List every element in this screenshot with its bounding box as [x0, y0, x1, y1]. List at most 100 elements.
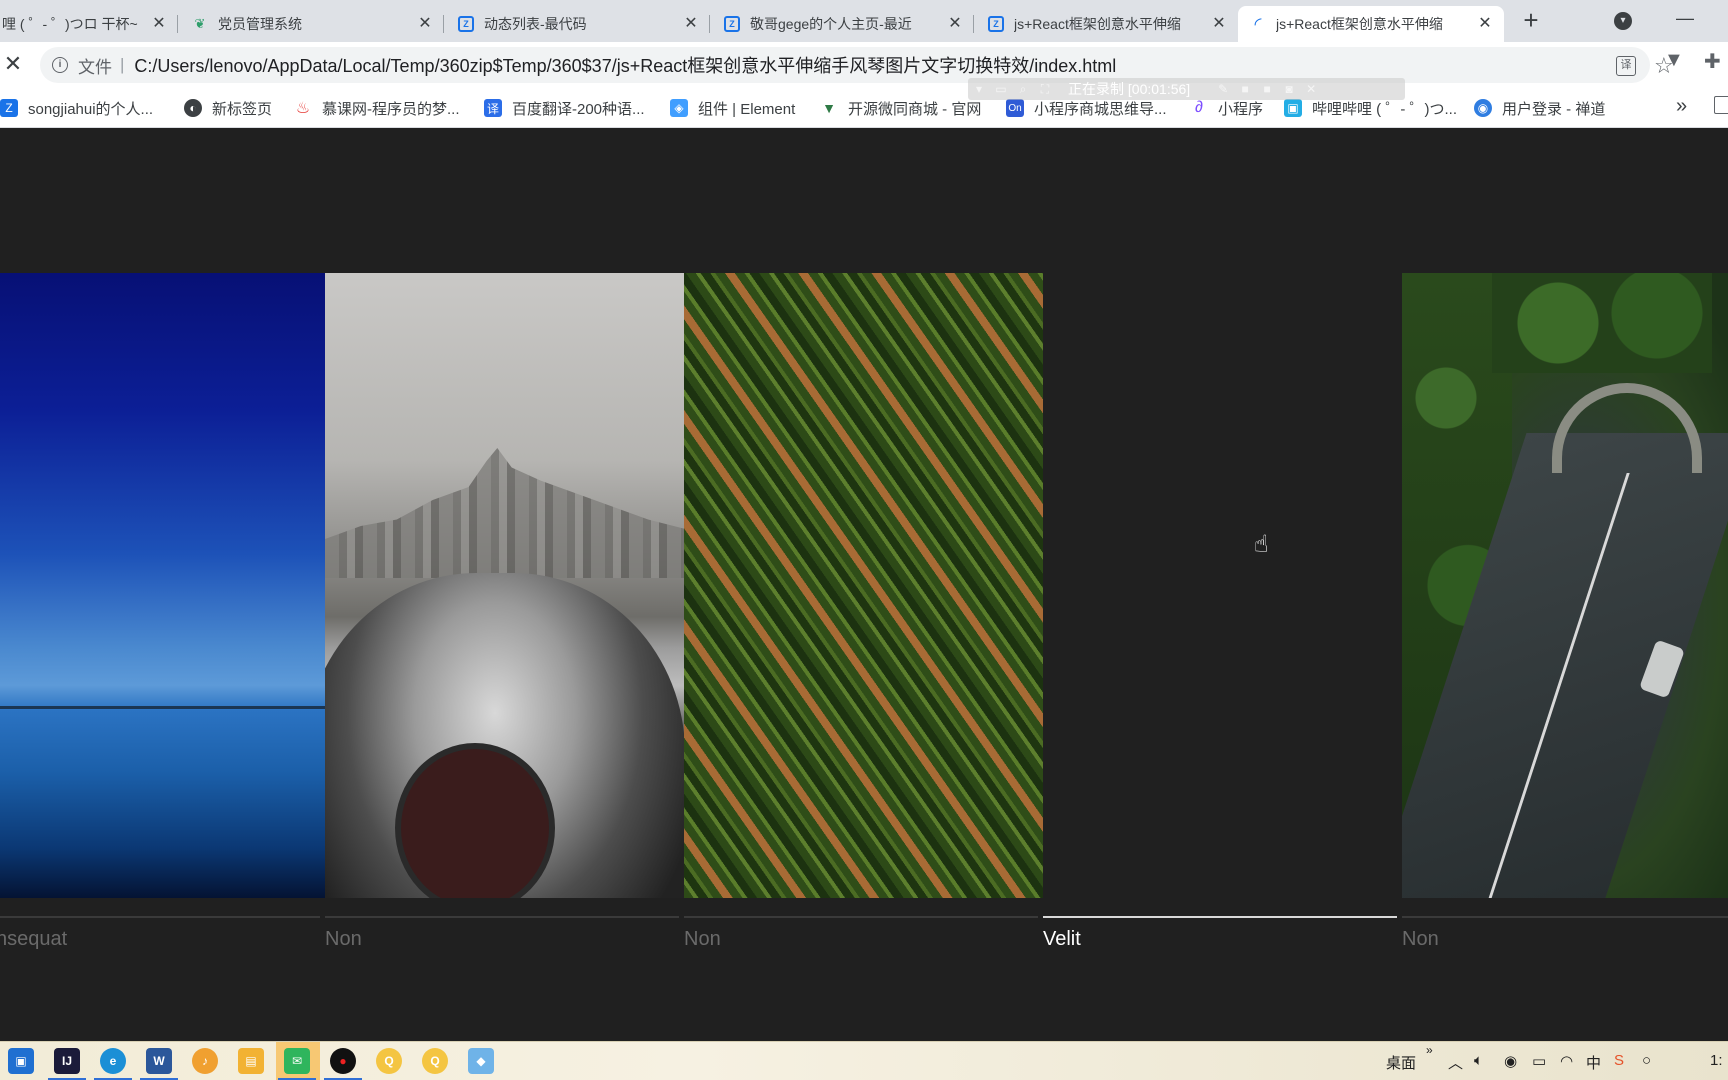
- pause-icon[interactable]: ■: [1234, 82, 1256, 96]
- s-app-icon[interactable]: S: [1614, 1052, 1624, 1069]
- bookmark-item[interactable]: ♨ 慕课网-程序员的梦...: [294, 97, 460, 119]
- globe-icon: ◐: [184, 99, 202, 117]
- chevron-down-icon[interactable]: ▾: [968, 82, 990, 96]
- accordion-caption[interactable]: nsequat: [0, 916, 320, 966]
- url-text[interactable]: C:/Users/lenovo/AppData/Local/Temp/360zi…: [134, 52, 1116, 78]
- new-tab-button[interactable]: +: [1516, 6, 1546, 36]
- on-icon: On: [1006, 99, 1024, 117]
- tab-close-icon[interactable]: ✕: [946, 15, 964, 33]
- music-icon[interactable]: ♪: [192, 1048, 218, 1074]
- address-bar[interactable]: i 文件 | C:/Users/lenovo/AppData/Local/Tem…: [40, 47, 1674, 83]
- code-icon: Z: [0, 99, 18, 117]
- tab-profile[interactable]: Z 敬哥gege的个人主页-最近 ✕: [712, 6, 974, 42]
- app-icon[interactable]: ◆: [468, 1048, 494, 1074]
- translate-icon[interactable]: 译: [1616, 56, 1636, 76]
- bookmark-item[interactable]: Z songjiahui的个人...: [0, 97, 153, 119]
- screen-recording-bar: ▾ ▭ ⌕ ⛶ 正在录制 [00:01:56] ✎ ■ ■ ◙ ✕: [968, 78, 1405, 100]
- accordion-panel-farm[interactable]: [684, 273, 1043, 898]
- bookmark-item[interactable]: ▼ 开源微同商城 - 官网: [820, 97, 981, 119]
- accordion-panel-sea[interactable]: [0, 273, 325, 898]
- intellij-icon[interactable]: IJ: [48, 1048, 86, 1080]
- volume-icon[interactable]: 🔈︎: [1474, 1052, 1483, 1069]
- bookmark-label: 用户登录 - 禅道: [1502, 100, 1606, 118]
- wechat-icon[interactable]: ✉: [278, 1048, 316, 1080]
- close-icon[interactable]: ✕: [1300, 82, 1322, 96]
- accordion-caption[interactable]: Non: [1402, 916, 1728, 966]
- word-icon[interactable]: W: [140, 1048, 178, 1080]
- bookmark-item[interactable]: ▣ 哔哩哔哩 ( ゜- ゜)つ...: [1284, 97, 1457, 119]
- tab-dynamic-list[interactable]: Z 动态列表-最代码 ✕: [446, 6, 710, 42]
- bookmark-item[interactable]: 译 百度翻译-200种语...: [484, 97, 645, 119]
- reading-list-icon[interactable]: [1714, 96, 1728, 114]
- accordion-panel-city[interactable]: [325, 273, 684, 898]
- circle-icon[interactable]: ○: [1642, 1052, 1651, 1069]
- qq-tray-icon[interactable]: ◉: [1504, 1052, 1517, 1070]
- extensions-icon[interactable]: ✚: [1704, 49, 1721, 74]
- chevron-right-icon[interactable]: »: [1426, 1043, 1433, 1057]
- desktop-label[interactable]: 桌面: [1386, 1052, 1416, 1073]
- qq-icon[interactable]: Q: [376, 1048, 402, 1074]
- bookmark-item[interactable]: ◉ 用户登录 - 禅道: [1474, 97, 1605, 119]
- accordion-caption-active[interactable]: Velit: [1043, 916, 1397, 966]
- accordion-panel-tunnel[interactable]: [1402, 273, 1728, 898]
- tab-close-icon[interactable]: ✕: [1210, 15, 1228, 33]
- camera-icon[interactable]: ◙: [1278, 82, 1300, 96]
- bookmark-item[interactable]: ◐ 新标签页: [184, 97, 272, 119]
- tab-title: 党员管理系统: [218, 16, 302, 32]
- battery-icon[interactable]: ▭: [1532, 1052, 1546, 1070]
- files-icon[interactable]: ▤: [238, 1048, 264, 1074]
- tab-react-accordion-active[interactable]: ◜ js+React框架创意水平伸缩 ✕: [1238, 6, 1504, 42]
- tab-close-icon[interactable]: ✕: [682, 15, 700, 33]
- code-icon: Z: [724, 16, 740, 32]
- bookmark-label: 慕课网-程序员的梦...: [322, 100, 460, 118]
- zoom-icon[interactable]: ⌕: [1012, 82, 1034, 97]
- city-skyline: [325, 448, 684, 578]
- accordion-caption[interactable]: Non: [684, 916, 1038, 966]
- qq-icon[interactable]: Q: [422, 1048, 448, 1074]
- record-icon[interactable]: ●: [324, 1048, 362, 1080]
- tab-search-icon[interactable]: ▾: [1614, 12, 1632, 30]
- bookmark-item[interactable]: ∂ 小程序: [1190, 97, 1263, 119]
- window-icon[interactable]: ▭: [990, 82, 1012, 96]
- tab-title: js+React框架创意水平伸缩: [1276, 16, 1443, 32]
- tray-clock[interactable]: 1:: [1710, 1052, 1723, 1069]
- stop-loading-icon[interactable]: ✕: [2, 53, 24, 75]
- vue-icon: ▼: [822, 100, 836, 116]
- recording-status: 正在录制 [00:01:56]: [1068, 81, 1191, 97]
- bookmark-label: 开源微同商城 - 官网: [848, 100, 982, 118]
- wifi-icon[interactable]: ◠: [1560, 1052, 1573, 1070]
- tab-title: 敬哥gege的个人主页-最近: [750, 16, 912, 32]
- pen-icon[interactable]: ✎: [1212, 82, 1234, 96]
- tab-close-icon[interactable]: ✕: [416, 15, 434, 33]
- info-icon[interactable]: i: [52, 57, 68, 73]
- bookmark-label: 新标签页: [212, 100, 273, 118]
- more-bookmarks-button[interactable]: »: [1676, 95, 1687, 118]
- tab-bilibili[interactable]: 哩 ( ゜- ゜)つロ 干杯~ ✕: [0, 6, 178, 42]
- start-icon[interactable]: ▣: [8, 1048, 34, 1074]
- scheme-separator: |: [120, 55, 125, 74]
- bookmark-item[interactable]: On 小程序商城思维导...: [1006, 97, 1167, 119]
- code-icon: Z: [458, 16, 474, 32]
- tab-close-icon[interactable]: ✕: [1476, 15, 1494, 33]
- bookmarks-bar: Z songjiahui的个人... ◐ 新标签页 ♨ 慕课网-程序员的梦...…: [0, 88, 1728, 128]
- chevron-up-icon[interactable]: ︿: [1448, 1052, 1463, 1073]
- region-icon[interactable]: ⛶: [1034, 82, 1056, 97]
- tunnel-arch: [1552, 383, 1702, 473]
- translate-icon: 译: [484, 99, 502, 117]
- minimize-icon[interactable]: —: [1676, 8, 1694, 29]
- accordion-page: nsequat Non Non Velit Non ☝: [0, 128, 1728, 1041]
- tab-party-system[interactable]: ❦ 党员管理系统 ✕: [180, 6, 444, 42]
- vue-devtools-icon[interactable]: ▼: [1664, 49, 1684, 72]
- stop-icon[interactable]: ■: [1256, 82, 1278, 96]
- edge-icon[interactable]: e: [94, 1048, 132, 1080]
- tab-separator: [443, 15, 444, 33]
- trees-top: [1492, 273, 1712, 373]
- tab-react-accordion[interactable]: Z js+React框架创意水平伸缩 ✕: [976, 6, 1238, 42]
- accordion-panel-active[interactable]: [1043, 273, 1402, 898]
- scheme-label: 文件: [78, 57, 112, 77]
- tab-close-icon[interactable]: ✕: [150, 15, 168, 33]
- link-icon: ∂: [1195, 99, 1203, 116]
- input-method-icon[interactable]: 中: [1586, 1052, 1601, 1073]
- accordion-caption[interactable]: Non: [325, 916, 679, 966]
- bookmark-item[interactable]: ◈ 组件 | Element: [670, 97, 795, 119]
